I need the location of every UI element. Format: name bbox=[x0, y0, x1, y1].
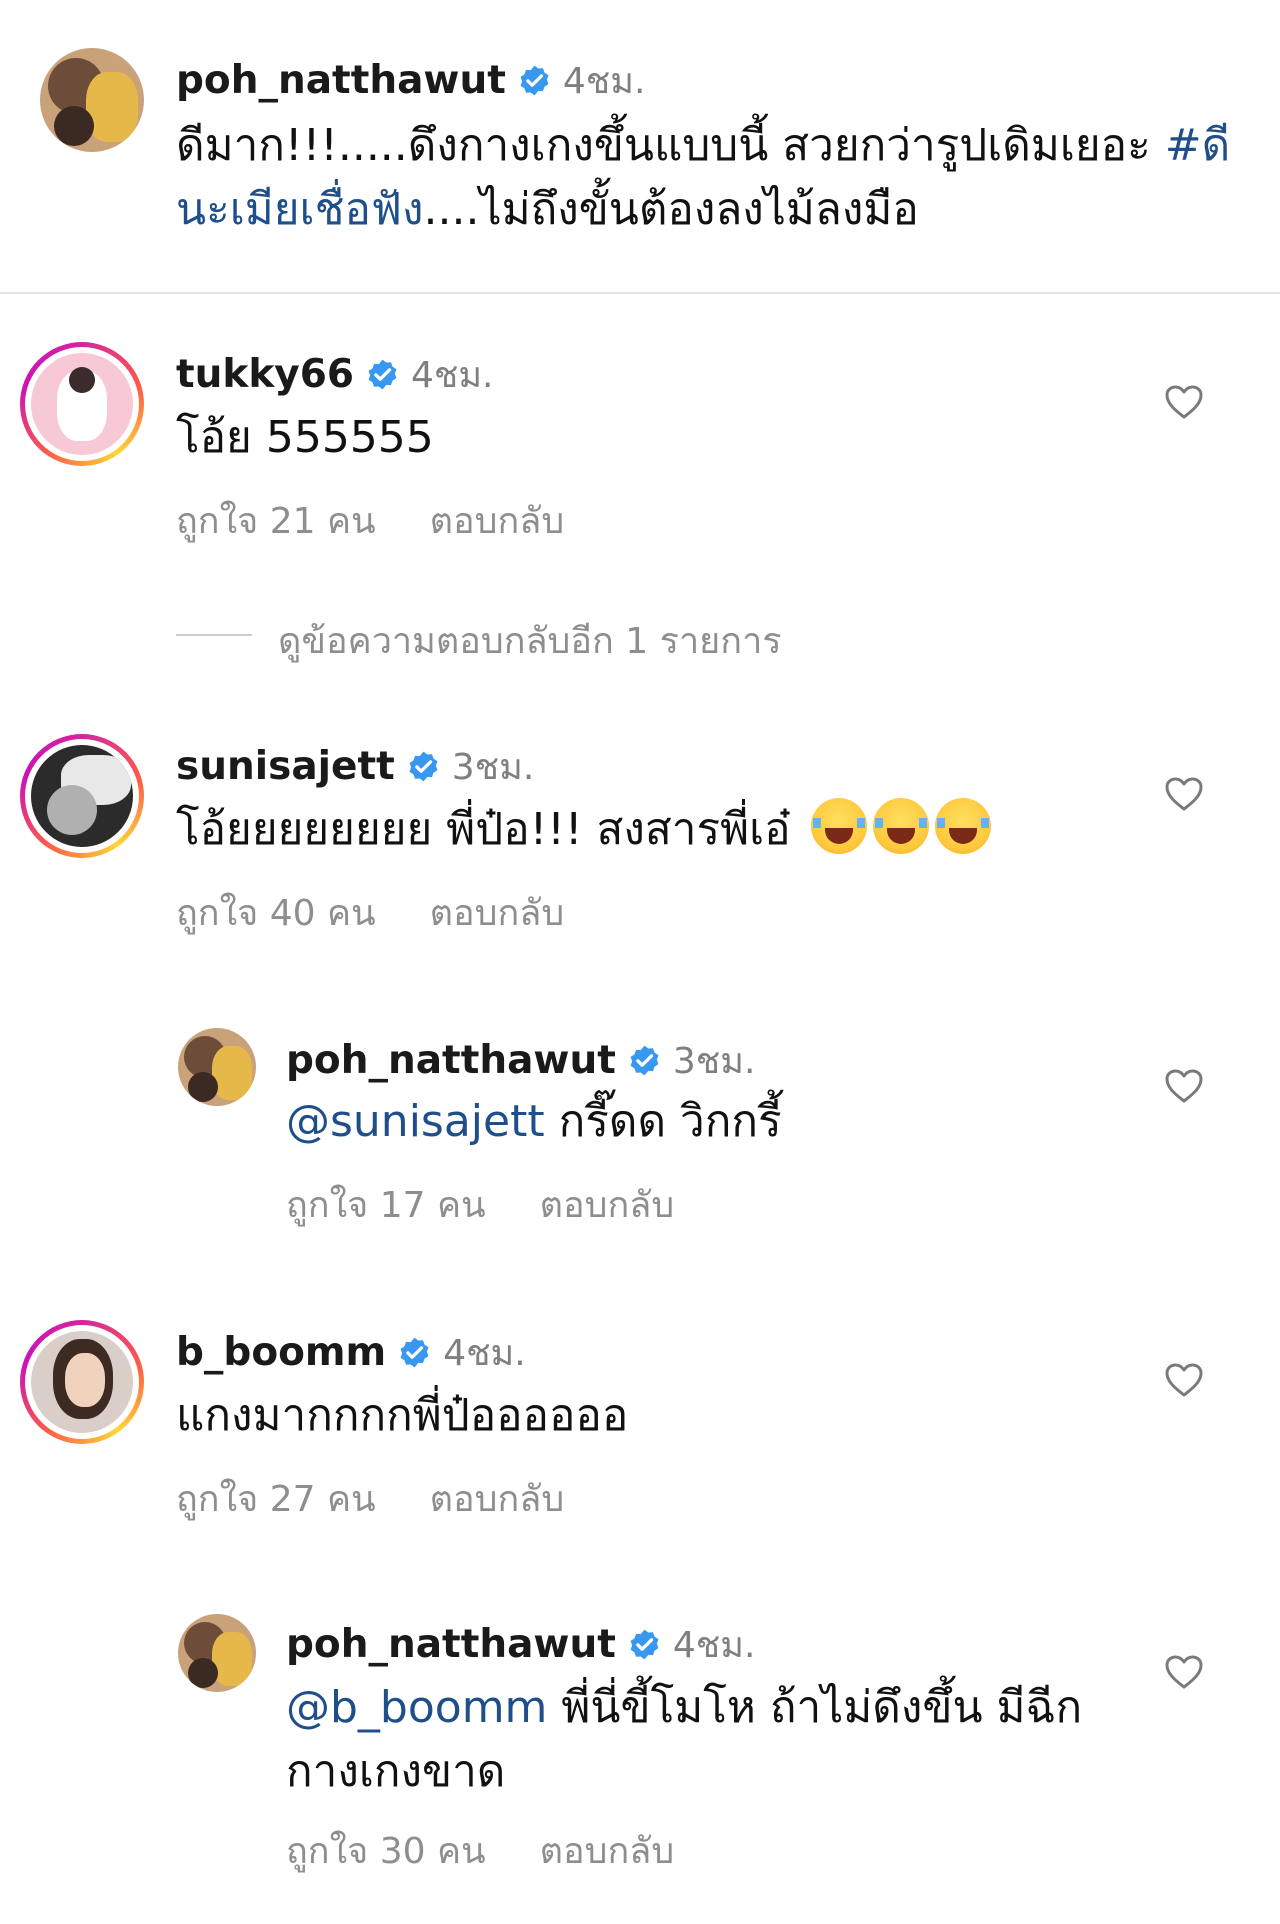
comment-username[interactable]: tukky66 bbox=[176, 352, 354, 397]
comment-likes[interactable]: ถูกใจ 21 คน bbox=[176, 492, 376, 549]
heart-outline-icon[interactable] bbox=[1164, 1068, 1204, 1104]
caption-text-line2: ....ไม่ถึงขั้นต้องลงไม้ลงมือ bbox=[423, 184, 919, 235]
caption-text: ดีมาก!!!.....ดึงกางเกงขึ้นแบบนี้ สวยกว่า… bbox=[176, 114, 1236, 242]
mention-link[interactable]: @sunisajett bbox=[286, 1096, 545, 1147]
comment-avatar[interactable] bbox=[31, 353, 133, 455]
comment-text: โอ้ย 555555 bbox=[176, 412, 434, 463]
comment-username[interactable]: sunisajett bbox=[176, 744, 395, 789]
comment-text: แกงมากกกกพี่ป๋ออออออ bbox=[176, 1390, 629, 1441]
reply-time: 3ชม. bbox=[672, 1041, 756, 1082]
reply-button[interactable]: ตอบกลับ bbox=[430, 1470, 565, 1527]
caption-avatar[interactable] bbox=[40, 48, 144, 152]
mention-link[interactable]: @b_boomm bbox=[286, 1682, 547, 1733]
reply-likes[interactable]: ถูกใจ 17 คน bbox=[286, 1176, 486, 1233]
face-with-tears-of-joy-icon bbox=[934, 798, 991, 854]
caption-username[interactable]: poh_natthawut bbox=[176, 58, 506, 103]
caption-text-line1: ดีมาก!!!.....ดึงกางเกงขึ้นแบบนี้ สวยกว่า… bbox=[176, 120, 1165, 171]
reply-text: @b_boomm พี่นี่ขี้โมโห ถ้าไม่ดึงขึ้น มีฉ… bbox=[286, 1682, 1083, 1797]
comment-username[interactable]: b_boomm bbox=[176, 1330, 386, 1375]
comment-likes[interactable]: ถูกใจ 40 คน bbox=[176, 884, 376, 941]
reply-username[interactable]: poh_natthawut bbox=[286, 1622, 616, 1667]
reply-button[interactable]: ตอบกลับ bbox=[430, 492, 565, 549]
reply-avatar[interactable] bbox=[178, 1614, 256, 1692]
comment-avatar[interactable] bbox=[31, 1331, 133, 1433]
reply-avatar[interactable] bbox=[178, 1028, 256, 1106]
heart-outline-icon[interactable] bbox=[1164, 1654, 1204, 1690]
reply-button[interactable]: ตอบกลับ bbox=[430, 884, 565, 941]
reply-text: @sunisajett กรี๊ดด วิกกรี้ bbox=[286, 1096, 782, 1147]
reply-time: 4ชม. bbox=[672, 1625, 756, 1666]
verified-badge-icon bbox=[630, 1045, 659, 1076]
comment-text: โอ้ยยยยยยยย พี่ป๋อ!!! สงสารพี่เอ๋ bbox=[176, 798, 991, 862]
reply-button[interactable]: ตอบกลับ bbox=[540, 1822, 675, 1879]
reply-likes[interactable]: ถูกใจ 30 คน bbox=[286, 1822, 486, 1879]
verified-badge-icon bbox=[409, 751, 438, 782]
comment-time: 4ชม. bbox=[443, 1333, 526, 1374]
verified-badge-icon bbox=[520, 65, 549, 96]
comment-avatar[interactable] bbox=[31, 745, 133, 847]
caption-divider bbox=[0, 292, 1280, 294]
verified-badge-icon bbox=[400, 1337, 429, 1368]
heart-outline-icon[interactable] bbox=[1164, 776, 1204, 812]
view-more-replies[interactable]: ดูข้อความตอบกลับอีก 1 รายการ bbox=[278, 612, 782, 669]
reply-button[interactable]: ตอบกลับ bbox=[540, 1176, 675, 1233]
verified-badge-icon bbox=[368, 359, 397, 390]
verified-badge-icon bbox=[630, 1629, 659, 1660]
view-more-line bbox=[176, 634, 252, 636]
heart-outline-icon[interactable] bbox=[1164, 1362, 1204, 1398]
heart-outline-icon[interactable] bbox=[1164, 384, 1204, 420]
comment-time: 4ชม. bbox=[410, 355, 494, 396]
reply-username[interactable]: poh_natthawut bbox=[286, 1038, 616, 1083]
caption-time: 4ชม. bbox=[562, 61, 646, 102]
comment-time: 3ชม. bbox=[451, 747, 535, 788]
comment-likes[interactable]: ถูกใจ 27 คน bbox=[176, 1470, 376, 1527]
face-with-tears-of-joy-icon bbox=[872, 798, 929, 854]
face-with-tears-of-joy-icon bbox=[810, 798, 867, 854]
